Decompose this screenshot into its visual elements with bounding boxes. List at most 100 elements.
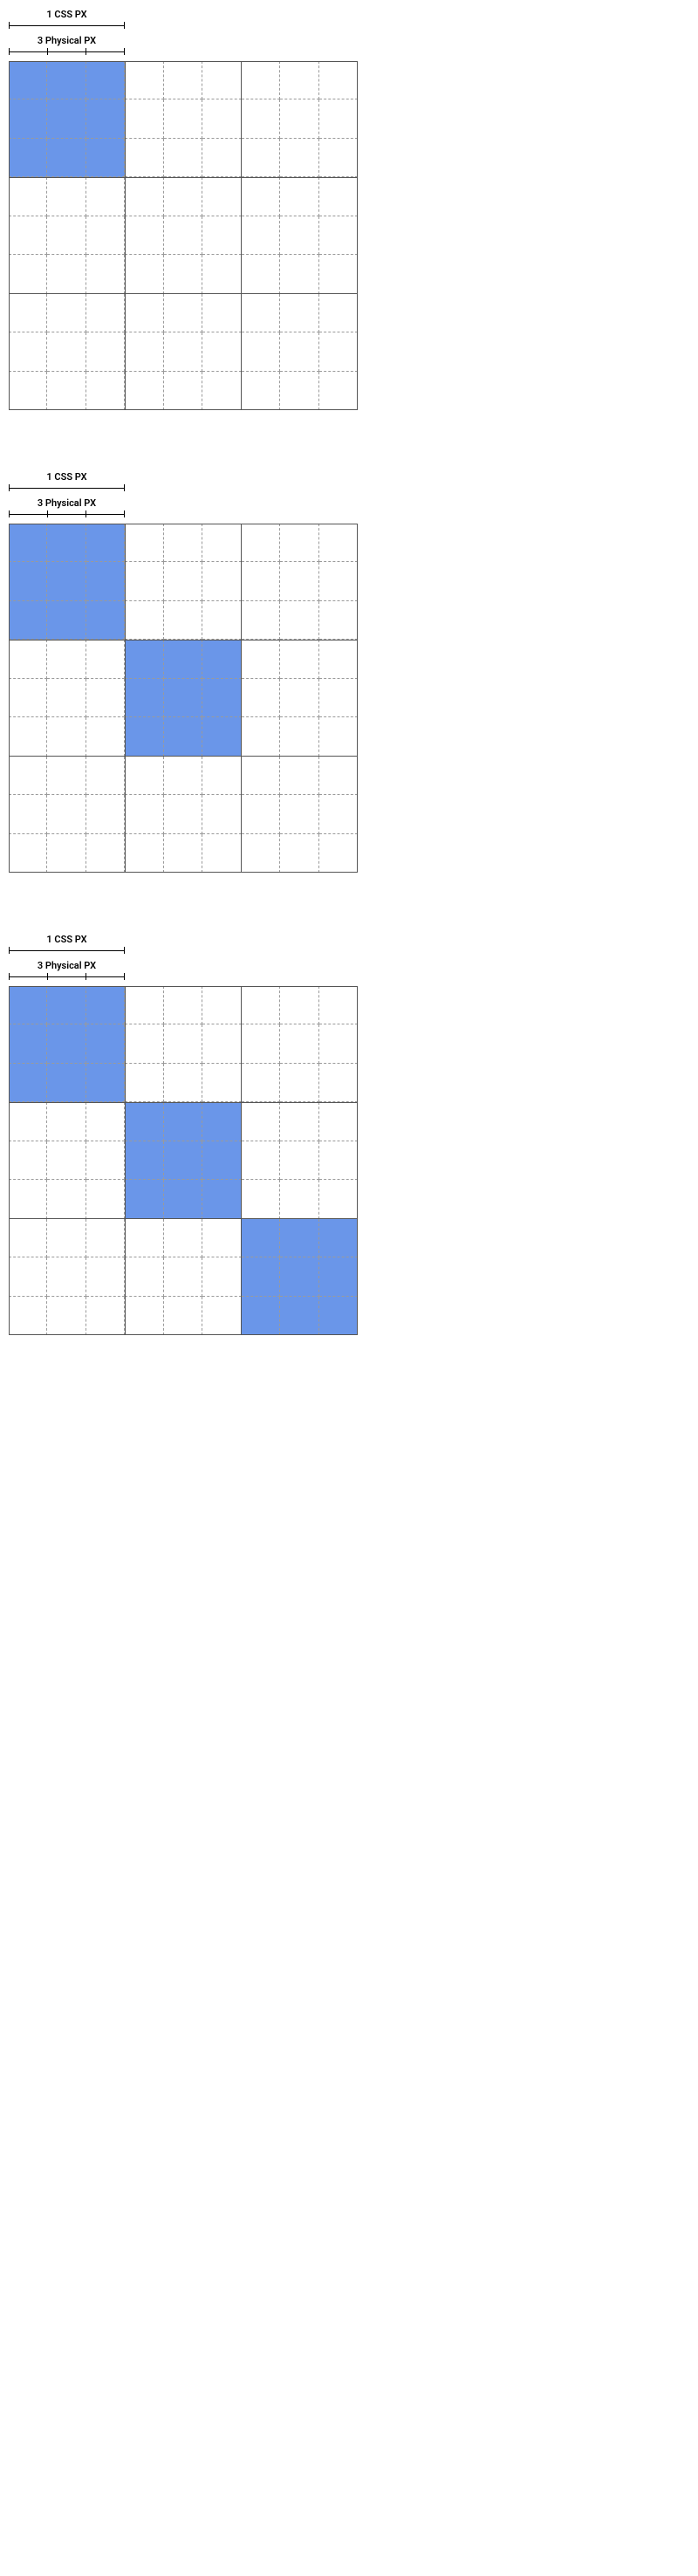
physical-pixel-cell — [242, 679, 280, 717]
physical-pixel-cell — [242, 294, 280, 332]
physical-pixel-cell — [202, 1257, 241, 1296]
physical-pixel-cell — [125, 372, 163, 410]
physical-pixel-cell — [86, 1219, 125, 1257]
physical-pixel-cell — [164, 332, 202, 371]
physical-pixel-cell — [280, 757, 318, 795]
physical-pixel-cell — [9, 139, 47, 177]
physical-pixel-cell — [242, 1141, 280, 1180]
physical-pixel-cell — [164, 795, 202, 833]
physical-pixel-cell — [47, 679, 86, 717]
physical-pixel-cell — [202, 562, 241, 600]
physical-pixel-cell — [319, 717, 358, 756]
physical-pixel-cell — [9, 1064, 47, 1102]
physical-pixel-cell — [47, 294, 86, 332]
physical-pixel-cell — [125, 99, 163, 138]
physical-pixel-cell — [9, 834, 47, 873]
physical-pixel-cell — [86, 1141, 125, 1180]
css-px-brace: 1 CSS PX — [9, 471, 125, 493]
physical-pixel-cell — [9, 795, 47, 833]
physical-pixel-cell — [86, 332, 125, 371]
physical-pixel-cell — [202, 1219, 241, 1257]
physical-pixel-cell — [242, 216, 280, 255]
physical-pixel-cell — [9, 216, 47, 255]
physical-pixel-cell — [319, 562, 358, 600]
physical-pixel-cell — [47, 524, 86, 562]
physical-pixel-cell — [125, 524, 163, 562]
physical-pixel-cell — [164, 139, 202, 177]
physical-pixel-cell — [202, 99, 241, 138]
physical-pixel-cell — [280, 1219, 318, 1257]
physical-pixel-cell — [47, 986, 86, 1024]
physical-pixel-cell — [319, 524, 358, 562]
physical-pixel-cell — [202, 139, 241, 177]
physical-pixel-cell — [319, 757, 358, 795]
physical-px-label: 3 Physical PX — [9, 35, 125, 46]
physical-pixel-cell — [319, 216, 358, 255]
physical-pixel-cell — [9, 255, 47, 293]
physical-pixel-cell — [319, 255, 358, 293]
pixel-grid — [9, 986, 358, 1335]
physical-pixel-cell — [242, 601, 280, 640]
physical-px-brace: 3 Physical PX — [9, 960, 125, 982]
physical-pixel-cell — [242, 372, 280, 410]
physical-pixel-cell — [280, 99, 318, 138]
physical-pixel-cell — [280, 177, 318, 216]
physical-pixel-cell — [9, 1297, 47, 1335]
physical-pixel-cell — [125, 61, 163, 99]
physical-pixel-cell — [202, 294, 241, 332]
physical-pixel-cell — [47, 1180, 86, 1218]
physical-pixel-cell — [242, 1024, 280, 1063]
dimension-labels: 1 CSS PX 3 Physical PX — [9, 471, 698, 524]
physical-pixel-cell — [164, 1180, 202, 1218]
physical-pixel-cell — [86, 1102, 125, 1141]
figure-1: 1 CSS PX 3 Physical PX — [0, 0, 698, 462]
physical-pixel-cell — [86, 834, 125, 873]
physical-pixel-cell — [164, 1064, 202, 1102]
physical-pixel-cell — [86, 986, 125, 1024]
physical-pixel-cell — [280, 679, 318, 717]
physical-pixel-cell — [164, 1297, 202, 1335]
css-px-brace-line — [9, 22, 125, 31]
physical-pixel-cell — [86, 640, 125, 678]
physical-pixel-cell — [86, 524, 125, 562]
physical-pixel-cell — [202, 524, 241, 562]
physical-pixel-cell — [319, 1024, 358, 1063]
physical-pixel-cell — [125, 1064, 163, 1102]
physical-pixel-cell — [280, 294, 318, 332]
physical-pixel-cell — [319, 139, 358, 177]
physical-pixel-cell — [202, 601, 241, 640]
physical-pixel-cell — [242, 1180, 280, 1218]
physical-pixel-cell — [125, 1141, 163, 1180]
physical-pixel-cell — [47, 640, 86, 678]
physical-pixel-cell — [125, 601, 163, 640]
physical-pixel-cell — [9, 1180, 47, 1218]
physical-pixel-cell — [47, 1219, 86, 1257]
physical-px-brace-line — [9, 510, 125, 519]
physical-pixel-grid — [9, 61, 358, 410]
physical-pixel-cell — [319, 294, 358, 332]
physical-pixel-cell — [9, 717, 47, 756]
physical-pixel-cell — [164, 177, 202, 216]
physical-pixel-cell — [280, 834, 318, 873]
physical-pixel-cell — [47, 717, 86, 756]
physical-pixel-cell — [242, 795, 280, 833]
physical-pixel-cell — [280, 1141, 318, 1180]
physical-pixel-cell — [86, 177, 125, 216]
physical-pixel-cell — [125, 834, 163, 873]
physical-px-label: 3 Physical PX — [9, 960, 125, 971]
physical-pixel-cell — [202, 757, 241, 795]
physical-pixel-cell — [47, 1297, 86, 1335]
physical-pixel-cell — [242, 1064, 280, 1102]
physical-pixel-cell — [86, 795, 125, 833]
physical-pixel-cell — [242, 1257, 280, 1296]
physical-pixel-cell — [242, 834, 280, 873]
physical-pixel-cell — [47, 372, 86, 410]
css-px-brace: 1 CSS PX — [9, 934, 125, 956]
css-px-brace: 1 CSS PX — [9, 9, 125, 31]
figure-3: 1 CSS PX 3 Physical PX — [0, 925, 698, 1387]
physical-pixel-cell — [280, 601, 318, 640]
physical-pixel-cell — [319, 372, 358, 410]
physical-pixel-cell — [202, 255, 241, 293]
physical-pixel-cell — [125, 255, 163, 293]
physical-pixel-cell — [47, 1064, 86, 1102]
